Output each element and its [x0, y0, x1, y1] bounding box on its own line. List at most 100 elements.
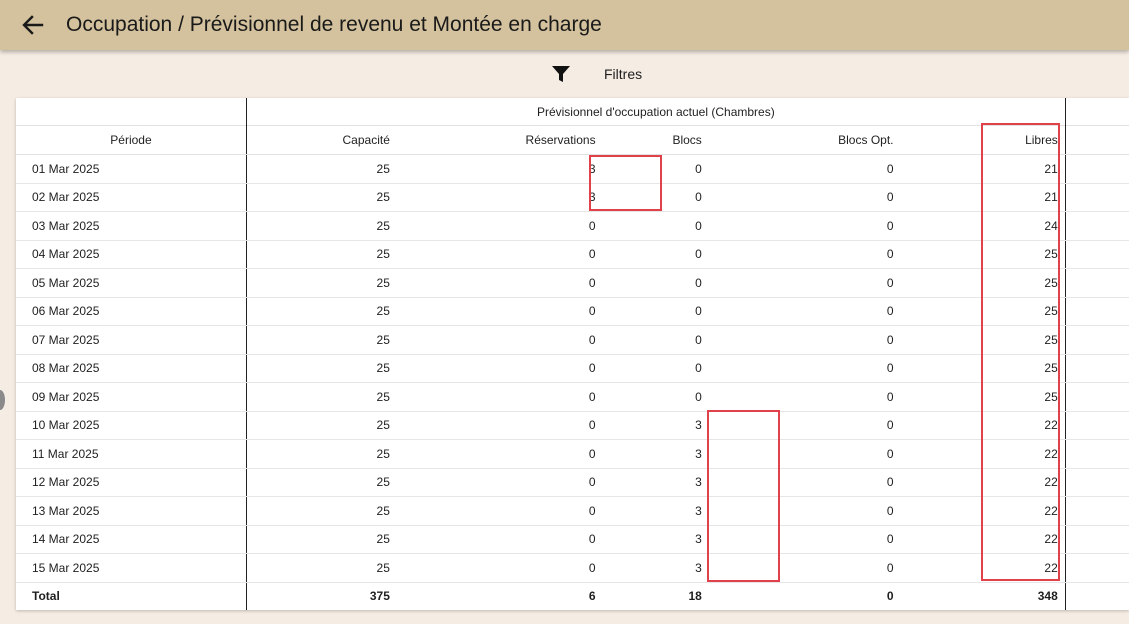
total-libres: 348 [942, 582, 1066, 610]
table-row[interactable]: 06 Mar 2025 25 0 0 0 25 [16, 297, 1129, 326]
table-row[interactable]: 15 Mar 2025 25 0 3 0 22 [16, 553, 1129, 583]
cell-reservations: 0 [391, 468, 615, 497]
column-header-reservations[interactable]: Réservations [391, 125, 615, 155]
cell-period: 01 Mar 2025 [16, 154, 247, 184]
cell-blocs: 3 [614, 411, 725, 440]
cell-blocs: 0 [614, 183, 725, 212]
cell-spacer [1065, 411, 1129, 440]
cell-libres: 25 [942, 240, 1066, 269]
cell-spacer [1065, 382, 1129, 412]
table-row[interactable]: 05 Mar 2025 25 0 0 0 25 [16, 268, 1129, 298]
column-header-libres[interactable]: Libres [942, 125, 1066, 155]
table-row[interactable]: 13 Mar 2025 25 0 3 0 22 [16, 496, 1129, 526]
cell-blocs: 3 [614, 439, 725, 469]
table-row[interactable]: 07 Mar 2025 25 0 0 0 25 [16, 325, 1129, 355]
cell-blocs-opt: 0 [724, 297, 943, 326]
arrow-left-icon[interactable] [20, 12, 46, 38]
cell-reservations: 0 [391, 325, 615, 355]
occupation-table: Prévisionnel d'occupation actuel (Chambr… [16, 98, 1129, 610]
cell-capacity: 25 [245, 496, 392, 526]
cell-libres: 22 [942, 525, 1066, 554]
cell-reservations: 0 [391, 211, 615, 241]
cell-reservations: 0 [391, 439, 615, 469]
app-bar: Occupation / Prévisionnel de revenu et M… [0, 0, 1129, 50]
filters-button[interactable]: Filtres [604, 66, 642, 82]
cell-blocs-opt: 0 [724, 354, 943, 383]
cell-libres: 25 [942, 268, 1066, 298]
cell-libres: 24 [942, 211, 1066, 241]
column-header-period[interactable]: Période [16, 125, 247, 155]
table-row[interactable]: 12 Mar 2025 25 0 3 0 22 [16, 468, 1129, 497]
table-row[interactable]: 11 Mar 2025 25 0 3 0 22 [16, 439, 1129, 469]
cell-libres: 25 [942, 382, 1066, 412]
cell-blocs-opt: 0 [724, 240, 943, 269]
cell-capacity: 25 [245, 211, 392, 241]
total-spacer [1065, 582, 1129, 610]
table-row[interactable]: 02 Mar 2025 25 3 0 0 21 [16, 183, 1129, 212]
cell-blocs-opt: 0 [724, 553, 943, 583]
cell-capacity: 25 [245, 240, 392, 269]
cell-blocs-opt: 0 [724, 268, 943, 298]
cell-capacity: 25 [245, 297, 392, 326]
cell-capacity: 25 [245, 154, 392, 184]
table-row[interactable]: 08 Mar 2025 25 0 0 0 25 [16, 354, 1129, 383]
cell-libres: 21 [942, 183, 1066, 212]
cell-libres: 21 [942, 154, 1066, 184]
cell-reservations: 3 [391, 154, 615, 184]
cell-blocs-opt: 0 [724, 211, 943, 241]
cell-period: 15 Mar 2025 [16, 553, 247, 583]
cell-reservations: 0 [391, 382, 615, 412]
cell-blocs: 0 [614, 268, 725, 298]
cell-reservations: 0 [391, 354, 615, 383]
cell-period: 08 Mar 2025 [16, 354, 247, 383]
cell-period: 05 Mar 2025 [16, 268, 247, 298]
column-header-blocs[interactable]: Blocs [614, 125, 725, 155]
table-row[interactable]: 03 Mar 2025 25 0 0 0 24 [16, 211, 1129, 241]
cell-spacer [1065, 211, 1129, 241]
table-row[interactable]: 09 Mar 2025 25 0 0 0 25 [16, 382, 1129, 412]
cell-capacity: 25 [245, 183, 392, 212]
cell-capacity: 25 [245, 382, 392, 412]
table-row[interactable]: 14 Mar 2025 25 0 3 0 22 [16, 525, 1129, 554]
column-header-capacity[interactable]: Capacité [245, 125, 392, 155]
cell-libres: 25 [942, 354, 1066, 383]
cell-blocs: 0 [614, 211, 725, 241]
cell-blocs-opt: 0 [724, 496, 943, 526]
cell-blocs: 0 [614, 154, 725, 184]
cell-blocs-opt: 0 [724, 411, 943, 440]
cell-capacity: 25 [245, 553, 392, 583]
table-row[interactable]: 04 Mar 2025 25 0 0 0 25 [16, 240, 1129, 269]
cell-period: 07 Mar 2025 [16, 325, 247, 355]
cell-period: 03 Mar 2025 [16, 211, 247, 241]
column-header-row: Période Capacité Réservations Blocs Bloc… [16, 125, 1129, 155]
cell-reservations: 0 [391, 553, 615, 583]
cell-blocs: 0 [614, 382, 725, 412]
cell-period: 14 Mar 2025 [16, 525, 247, 554]
group-header-title: Prévisionnel d'occupation actuel (Chambr… [245, 98, 1066, 126]
cell-period: 04 Mar 2025 [16, 240, 247, 269]
cell-libres: 22 [942, 553, 1066, 583]
total-blocs-opt: 0 [886, 589, 894, 603]
cell-period: 10 Mar 2025 [16, 411, 247, 440]
cell-period: 06 Mar 2025 [16, 297, 247, 326]
total-blocs: 18 [688, 589, 702, 603]
cell-blocs: 0 [614, 354, 725, 383]
cell-spacer [1065, 268, 1129, 298]
cell-reservations: 0 [391, 411, 615, 440]
table-row[interactable]: 10 Mar 2025 25 0 3 0 22 [16, 411, 1129, 440]
total-capacity: 375 [245, 582, 392, 610]
cell-blocs-opt: 0 [724, 525, 943, 554]
table-row[interactable]: 01 Mar 2025 25 3 0 0 21 [16, 154, 1129, 184]
column-header-blocs-opt[interactable]: Blocs Opt. [724, 125, 943, 155]
side-drawer-handle[interactable] [0, 390, 5, 410]
page-title: Occupation / Prévisionnel de revenu et M… [66, 13, 602, 36]
cell-blocs-opt: 0 [724, 183, 943, 212]
cell-libres: 22 [942, 496, 1066, 526]
cell-spacer [1065, 154, 1129, 184]
cell-libres: 25 [942, 297, 1066, 326]
funnel-icon[interactable] [552, 65, 570, 83]
cell-capacity: 25 [245, 411, 392, 440]
cell-reservations: 3 [391, 183, 615, 212]
cell-reservations: 0 [391, 240, 615, 269]
cell-blocs-opt: 0 [724, 439, 943, 469]
